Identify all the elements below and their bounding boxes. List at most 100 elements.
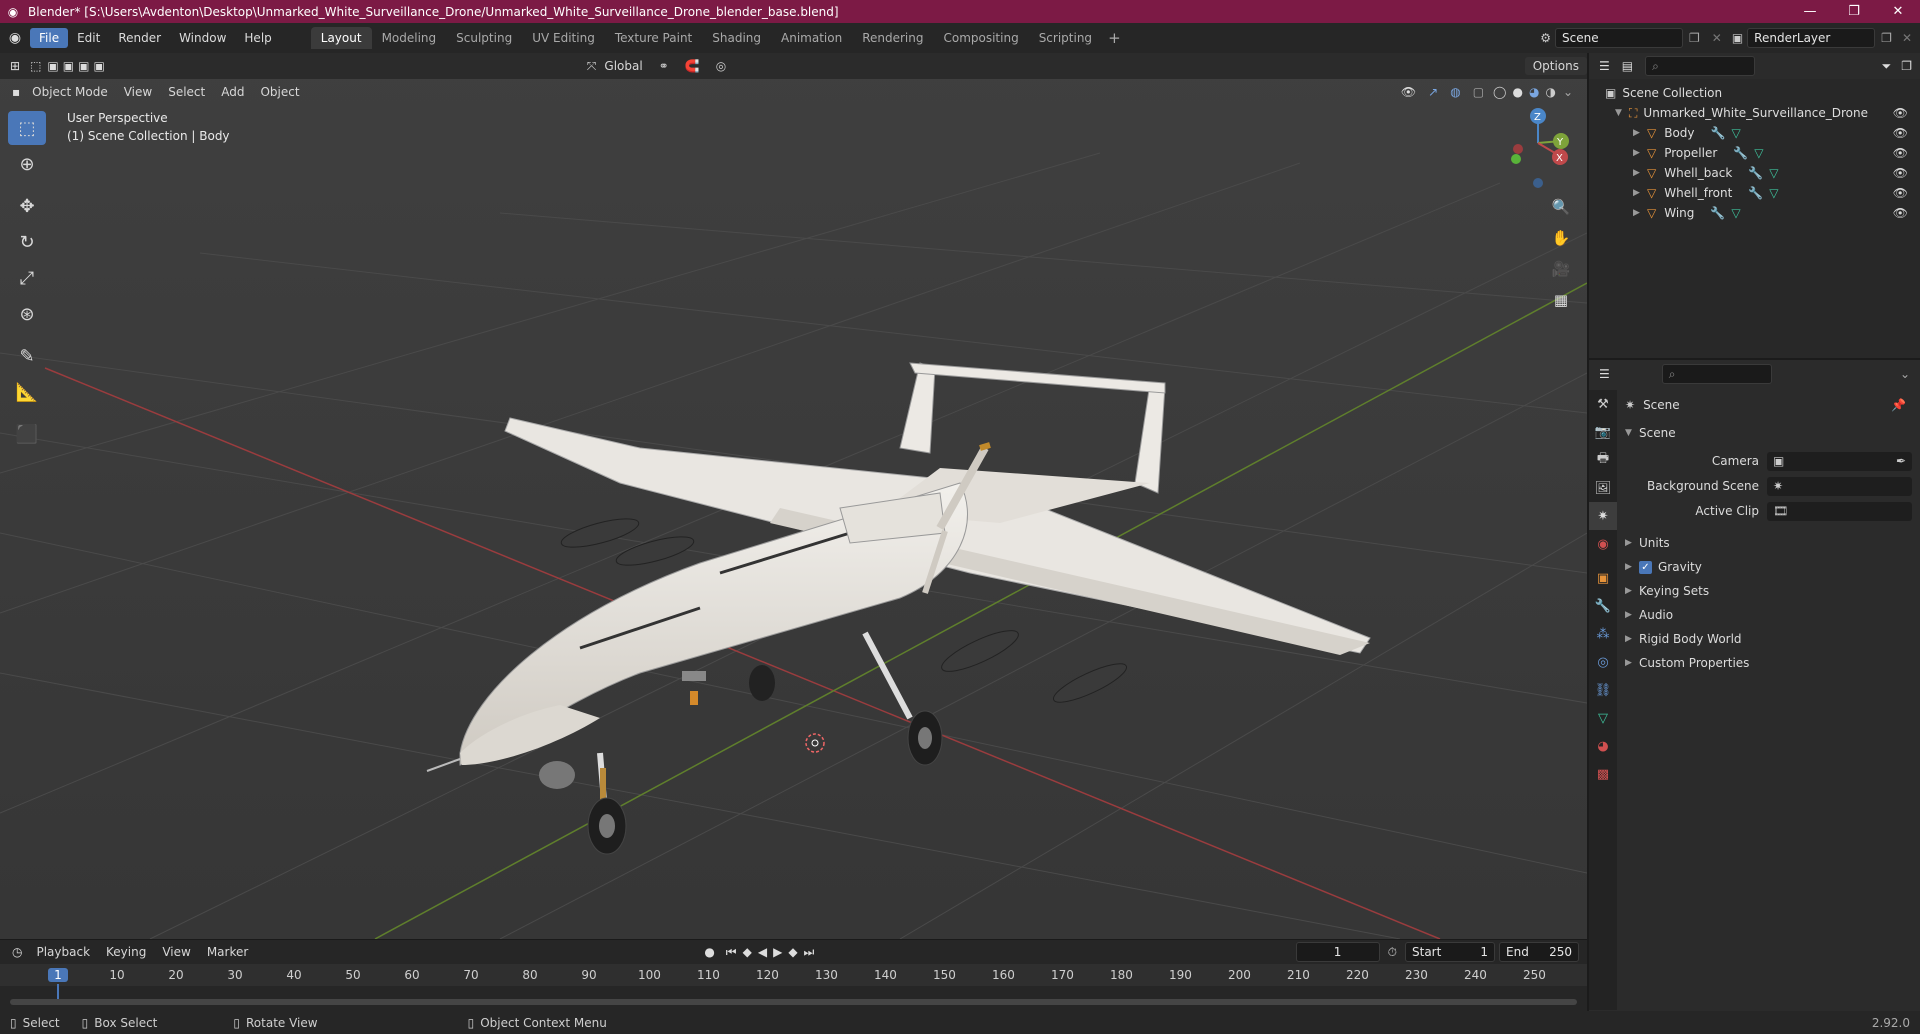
visibility-eye-icon[interactable]: 👁	[1893, 106, 1908, 120]
stopwatch-icon[interactable]: ⏱	[1380, 945, 1405, 960]
scene-tab-icon[interactable]: ✷	[1589, 502, 1617, 530]
material-shading-icon[interactable]: ◕	[1526, 85, 1542, 99]
snap-icon[interactable]: 🧲	[677, 59, 708, 73]
tab-rendering[interactable]: Rendering	[852, 27, 933, 49]
menu-help[interactable]: Help	[235, 28, 280, 48]
mesh-data-icon[interactable]: ▽	[1731, 206, 1740, 220]
filter-icon[interactable]: ⏷	[1876, 59, 1898, 74]
eyedropper-icon[interactable]: ✒	[1896, 454, 1906, 468]
select-tool-icon[interactable]: ⬚	[26, 59, 45, 73]
object-data-tab-icon[interactable]: ▽	[1589, 704, 1617, 732]
viewport-menu-view[interactable]: View	[116, 83, 160, 101]
viewport-menu-add[interactable]: Add	[213, 83, 252, 101]
menu-edit[interactable]: Edit	[68, 28, 109, 48]
timeline-menu-view[interactable]: View	[154, 943, 198, 961]
delete-layer-icon[interactable]: ✕	[1898, 31, 1920, 45]
visibility-eye-icon[interactable]: 👁	[1893, 206, 1908, 220]
outliner-item-body[interactable]: ▶ ▽ Body 🔧 ▽ 👁	[1589, 123, 1920, 143]
output-tab-icon[interactable]: 🖶	[1589, 446, 1617, 474]
prev-keyframe-icon[interactable]: ◆	[740, 945, 755, 959]
3d-viewport[interactable]: Z Y X ⊞ ⬚ ▣ ▣ ▣ ▣ ⤧ Global ⚭ 🧲 ◎ Options…	[0, 53, 1587, 939]
jump-start-icon[interactable]: ⏮	[723, 945, 740, 960]
ortho-grid-icon[interactable]: ▦	[1547, 286, 1575, 314]
rendered-shading-icon[interactable]: ◑	[1542, 85, 1558, 99]
tab-uv-editing[interactable]: UV Editing	[522, 27, 605, 49]
units-panel-header[interactable]: ▶ Units	[1625, 532, 1670, 554]
timeline-editor-icon[interactable]: ◷	[0, 945, 28, 959]
tab-modeling[interactable]: Modeling	[372, 27, 447, 49]
render-layer-icon[interactable]: ▣	[1728, 31, 1747, 45]
start-frame-field[interactable]: Start 1	[1405, 942, 1495, 962]
outliner-item-whell-back[interactable]: ▶ ▽ Whell_back 🔧 ▽ 👁	[1589, 163, 1920, 183]
solid-shading-icon[interactable]: ●	[1509, 85, 1525, 99]
timeline-menu-keying[interactable]: Keying	[98, 943, 154, 961]
expand-arrow-icon[interactable]: ▶	[1633, 168, 1647, 178]
pan-hand-icon[interactable]: ✋	[1547, 224, 1575, 252]
outliner-scene-collection[interactable]: ▣ Scene Collection	[1589, 83, 1920, 103]
camera-view-icon[interactable]: 🎥	[1547, 255, 1575, 283]
tab-texture-paint[interactable]: Texture Paint	[605, 27, 702, 49]
view-layer-tab-icon[interactable]: 🖼	[1589, 474, 1617, 502]
cursor-tool-icon[interactable]: ⊕	[8, 147, 46, 181]
background-scene-field[interactable]: ✷	[1767, 476, 1912, 496]
mesh-data-icon[interactable]: ▽	[1769, 186, 1778, 200]
new-collection-icon[interactable]: ❐	[1897, 59, 1920, 73]
expand-arrow-icon[interactable]: ▶	[1633, 128, 1647, 138]
expand-arrow-icon[interactable]: ▼	[1615, 108, 1629, 118]
particles-tab-icon[interactable]: ⁂	[1589, 620, 1617, 648]
new-layer-icon[interactable]: ❐	[1875, 31, 1898, 45]
world-tab-icon[interactable]: ◉	[1589, 530, 1617, 558]
texture-tab-icon[interactable]: ▩	[1589, 760, 1617, 788]
visibility-eye-icon[interactable]: 👁	[1893, 186, 1908, 200]
tab-shading[interactable]: Shading	[702, 27, 771, 49]
menu-window[interactable]: Window	[170, 28, 235, 48]
viewport-menu-select[interactable]: Select	[160, 83, 213, 101]
outliner-item-whell-front[interactable]: ▶ ▽ Whell_front 🔧 ▽ 👁	[1589, 183, 1920, 203]
modifier-wrench-icon[interactable]: 🔧	[1748, 166, 1763, 180]
modifier-wrench-icon[interactable]: 🔧	[1748, 186, 1763, 200]
select-box-tool-icon[interactable]: ⬚	[8, 111, 46, 145]
scene-panel-header[interactable]: ▼ Scene	[1625, 422, 1676, 444]
close-button[interactable]: ✕	[1876, 0, 1920, 23]
gravity-checkbox[interactable]: ✓	[1639, 560, 1652, 574]
expand-arrow-icon[interactable]: ▶	[1625, 658, 1639, 668]
add-workspace-icon[interactable]: +	[1102, 29, 1127, 47]
zoom-icon[interactable]: 🔍	[1547, 193, 1575, 221]
expand-arrow-icon[interactable]: ▶	[1625, 586, 1639, 596]
end-frame-field[interactable]: End 250	[1499, 942, 1579, 962]
annotate-tool-icon[interactable]: ✎	[8, 339, 46, 373]
rotate-tool-icon[interactable]: ↻	[8, 225, 46, 259]
scene-icon[interactable]: ⚙	[1536, 31, 1555, 45]
outliner-search-input[interactable]: ⌕	[1645, 56, 1756, 76]
overlay-toggle-icon[interactable]: ◍	[1444, 85, 1466, 99]
tab-animation[interactable]: Animation	[771, 27, 852, 49]
play-icon[interactable]: ▶	[770, 945, 785, 959]
collapse-arrow-icon[interactable]: ▼	[1625, 428, 1639, 438]
select-mode-extend-icon[interactable]: ▣	[61, 59, 76, 73]
rigid-body-world-panel-header[interactable]: ▶ Rigid Body World	[1625, 628, 1742, 650]
scene-selector[interactable]: Scene	[1555, 28, 1683, 48]
tab-sculpting[interactable]: Sculpting	[446, 27, 522, 49]
mesh-data-icon[interactable]: ▽	[1754, 146, 1763, 160]
outliner-item-propeller[interactable]: ▶ ▽ Propeller 🔧 ▽ 👁	[1589, 143, 1920, 163]
timeline-menu-marker[interactable]: Marker	[199, 943, 256, 961]
options-dropdown[interactable]: Options	[1524, 57, 1587, 75]
modifiers-tab-icon[interactable]: 🔧	[1589, 592, 1617, 620]
timeline-menu-playback[interactable]: Playback	[28, 943, 98, 961]
custom-properties-panel-header[interactable]: ▶ Custom Properties	[1625, 652, 1749, 674]
expand-arrow-icon[interactable]: ▶	[1633, 148, 1647, 158]
tool-tab-icon[interactable]: ⚒	[1589, 390, 1617, 418]
pivot-point-icon[interactable]: ⚭	[651, 59, 677, 73]
expand-arrow-icon[interactable]: ▶	[1633, 188, 1647, 198]
select-mode-subtract-icon[interactable]: ▣	[76, 59, 91, 73]
tab-layout[interactable]: Layout	[310, 27, 372, 49]
display-mode-icon[interactable]: ▤	[1616, 59, 1639, 73]
transform-tool-icon[interactable]: ⊛	[8, 297, 46, 331]
tab-scripting[interactable]: Scripting	[1029, 27, 1102, 49]
play-reverse-icon[interactable]: ◀	[755, 945, 770, 959]
menu-file[interactable]: File	[30, 28, 69, 48]
physics-tab-icon[interactable]: ◎	[1589, 648, 1617, 676]
wireframe-shading-icon[interactable]: ◯	[1490, 85, 1509, 99]
add-cube-tool-icon[interactable]: ⬛	[8, 417, 46, 451]
properties-editor-icon[interactable]: ☰	[1589, 367, 1616, 381]
